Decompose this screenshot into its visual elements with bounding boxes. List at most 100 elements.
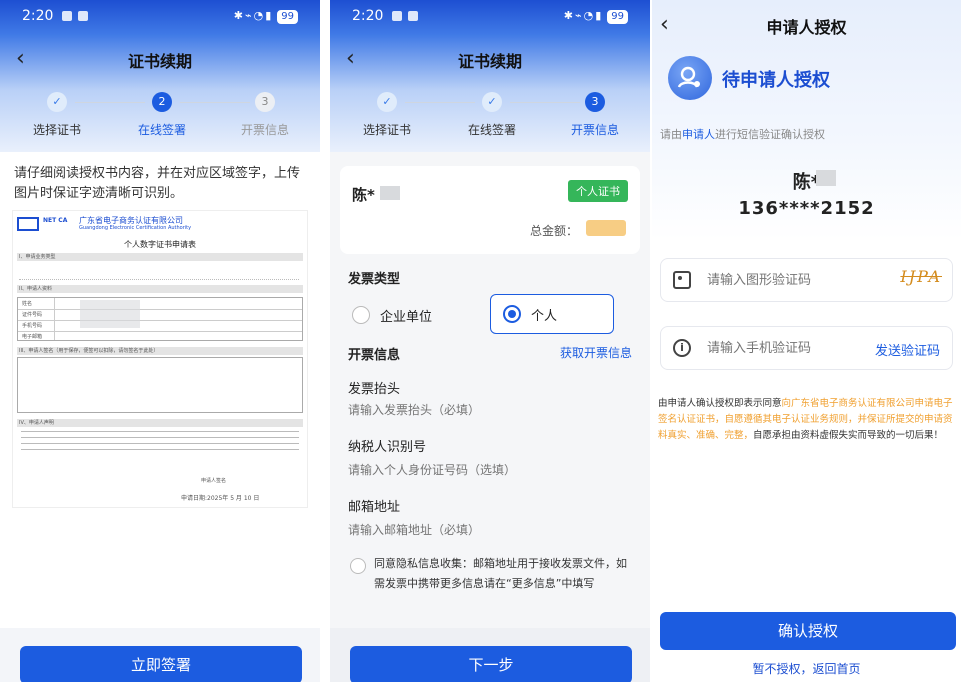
- doc-section-2: II、申请人资料: [17, 285, 303, 293]
- radio-checked-icon: [503, 305, 521, 323]
- doc-section-3: III、申请人签名（用于保存，便签可以扣除，请勿签名于此处）: [17, 347, 303, 355]
- step-label: 选择证书: [362, 123, 411, 137]
- field-label: 纳税人识别号: [348, 440, 427, 455]
- image-captcha-icon: [673, 271, 691, 289]
- decline-return-home-link[interactable]: 暂不授权，返回首页: [652, 660, 961, 677]
- nav-header: ‹ 证书续期: [330, 40, 650, 80]
- doc-sign-label: 申请人签名: [201, 478, 227, 484]
- app-icon: [408, 11, 418, 21]
- field-label: 邮箱地址: [348, 500, 401, 515]
- option-company-label: 企业单位: [380, 309, 433, 325]
- consent-text: 同意隐私信息收集：邮箱地址用于接收发票文件，如需发票中携带更多信息请在“更多信息…: [374, 557, 627, 590]
- option-personal[interactable]: 个人: [490, 294, 614, 334]
- panel-online-sign: 2:20 ✱⌁◔▮ 99 ‹ 证书续期 ✓ 选择证书 2 在线签署 3 开票信息 请仔细…: [0, 0, 320, 682]
- step-label: 选择证书: [32, 123, 81, 137]
- step-label: 在线签署: [137, 123, 186, 137]
- sms-hint: 请由申请人进行短信验证确认授权: [660, 126, 825, 142]
- email-input[interactable]: [348, 520, 628, 540]
- nav-header: ‹ 申请人授权: [652, 6, 961, 46]
- battery-icon: 99: [277, 10, 298, 24]
- hint-highlight: 申请人: [682, 128, 715, 141]
- step-label: 在线签署: [467, 123, 516, 137]
- send-code-button[interactable]: 发送验证码: [875, 340, 940, 359]
- page-title: 证书续期: [457, 52, 522, 71]
- step-indicator: ✓ 选择证书 ✓ 在线签署 3 开票信息: [330, 92, 650, 142]
- invoice-info-label: 开票信息: [348, 348, 401, 363]
- doc-info-table: 姓名 证件号码 手机号码 电子邮箱: [17, 297, 303, 341]
- applicant-name: 陈*: [792, 172, 821, 193]
- redacted-amount: [586, 220, 626, 236]
- agreement-text: 由申请人确认授权即表示同意向广东省电子商务认证有限公司申请电子签名认证证书，自愿…: [658, 396, 958, 444]
- confirm-authorization-button[interactable]: 确认授权: [660, 612, 956, 650]
- doc-row-name: 姓名: [22, 301, 33, 307]
- redacted-name: [816, 170, 836, 186]
- applicant-phone: 136****2152: [738, 198, 875, 219]
- app-icon: [78, 11, 88, 21]
- step-number: 2: [152, 92, 172, 112]
- hero-title: 待申请人授权: [722, 70, 830, 91]
- check-icon: ✓: [47, 92, 67, 112]
- redacted-info: [80, 300, 140, 328]
- step-2: 2 在线签署: [117, 92, 207, 138]
- page-title: 申请人授权: [766, 18, 847, 37]
- battery-icon: 99: [607, 10, 628, 24]
- get-invoice-info-link[interactable]: 获取开票信息: [560, 344, 632, 361]
- captcha-input[interactable]: [707, 269, 857, 291]
- redacted-name: [380, 186, 400, 200]
- page-title: 证书续期: [127, 52, 192, 71]
- doc-date: 申请日期:2025年 5 月 10 日: [181, 495, 260, 502]
- status-icons: ✱⌁◔▮ 99: [234, 9, 298, 24]
- doc-section-1: I、申请业务类型: [17, 253, 303, 261]
- doc-row-phone: 手机号码: [22, 323, 43, 329]
- doc-checkbox-row: [19, 266, 299, 280]
- instruction-text: 请仔细阅读授权书内容，并在对应区域签字，上传图片时保证字迹清晰可识别。: [14, 166, 301, 201]
- panel-invoice-info: 2:20 ✱⌁◔▮ 99 ‹ 证书续期 ✓ 选择证书 ✓ 在线签署 3 开票信息 陈* …: [330, 0, 650, 682]
- doc-section-4: IV、申请人声明: [17, 419, 303, 427]
- status-time: 2:20: [22, 8, 54, 24]
- authorization-document[interactable]: NET CA 广东省电子商务认证有限公司 Guangdong Electroni…: [12, 210, 308, 508]
- invoice-type-label: 发票类型: [348, 272, 401, 287]
- doc-logo-text: NET CA: [43, 217, 68, 224]
- step-label: 开票信息: [570, 123, 619, 137]
- doc-declaration-text: [21, 431, 299, 455]
- doc-row-id: 证件号码: [22, 312, 43, 318]
- signature-area[interactable]: [17, 357, 303, 413]
- step-2: ✓ 在线签署: [447, 92, 537, 138]
- step-1: ✓ 选择证书: [342, 92, 432, 138]
- agreement-pre: 由申请人确认授权即表示同意: [658, 398, 782, 409]
- notification-icon: [392, 11, 402, 21]
- certificate-card: 陈* 个人证书 总金额：: [340, 166, 640, 254]
- total-label: 总金额：: [529, 224, 578, 238]
- screenshot-collage: 2:20 ✱⌁◔▮ 99 ‹ 证书续期 ✓ 选择证书 2 在线签署 3 开票信息 请仔细…: [0, 0, 961, 682]
- consent-checkbox[interactable]: [350, 558, 366, 574]
- step-3: 3 开票信息: [550, 92, 640, 138]
- step-number: 3: [585, 92, 605, 112]
- panel-applicant-authorization: ‹ 申请人授权 待申请人授权 请由申请人进行短信验证确认授权 陈* 136***…: [652, 0, 961, 682]
- sign-now-button[interactable]: 立即签署: [20, 646, 302, 682]
- shield-info-icon: i: [673, 339, 691, 357]
- status-bar: 2:20 ✱⌁◔▮ 99: [330, 0, 650, 34]
- status-time: 2:20: [352, 8, 384, 24]
- doc-org-en: Guangdong Electronic Certification Autho…: [79, 225, 192, 231]
- doc-row-email: 电子邮箱: [22, 334, 43, 340]
- step-3: 3 开票信息: [220, 92, 310, 138]
- nav-header: ‹ 证书续期: [0, 40, 320, 80]
- hint-text: 进行短信验证确认授权: [715, 128, 825, 141]
- status-icons: ✱⌁◔▮ 99: [564, 9, 628, 24]
- check-icon: ✓: [482, 92, 502, 112]
- captcha-image[interactable]: IJPA: [900, 267, 942, 286]
- hint-text: 请由: [660, 128, 682, 141]
- notification-icon: [62, 11, 72, 21]
- status-bar: 2:20 ✱⌁◔▮ 99: [0, 0, 320, 34]
- agreement-post: 自愿承担由资料虚假失实而导致的一切后果！: [753, 430, 944, 441]
- taxpayer-id-input[interactable]: [348, 460, 628, 480]
- step-number: 3: [255, 92, 275, 112]
- option-company[interactable]: 企业单位: [352, 298, 480, 332]
- sms-code-field: i 发送验证码: [660, 326, 953, 370]
- step-1: ✓ 选择证书: [12, 92, 102, 138]
- next-step-button[interactable]: 下一步: [350, 646, 632, 682]
- invoice-title-input[interactable]: [348, 400, 628, 420]
- step-label: 开票信息: [240, 123, 289, 137]
- authorization-badge-icon: [668, 56, 712, 100]
- sms-code-input[interactable]: [707, 337, 857, 359]
